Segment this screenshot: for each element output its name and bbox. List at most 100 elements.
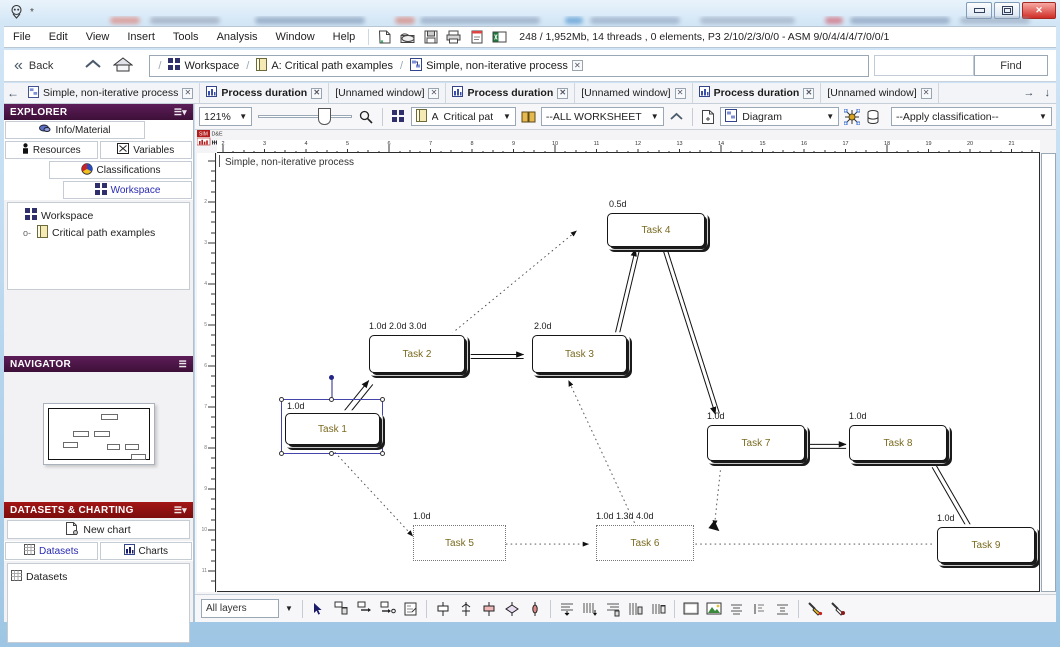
menu-analysis[interactable]: Analysis — [208, 29, 267, 45]
chevron-down-icon[interactable]: ▼ — [281, 599, 297, 618]
menu-file[interactable]: File — [4, 29, 40, 45]
resize-handle-s[interactable] — [329, 451, 334, 456]
menu-view[interactable]: View — [77, 29, 119, 45]
diagram-node-task7[interactable]: Task 7 — [707, 425, 805, 461]
tree-item-workspace[interactable]: Workspace — [11, 207, 186, 224]
breadcrumb-item-workspace[interactable]: Workspace — [168, 58, 239, 73]
tree-expand-handle-icon[interactable]: o- — [23, 228, 33, 238]
delete-col-icon[interactable] — [648, 598, 669, 620]
connect-node-icon[interactable] — [354, 598, 375, 620]
up-chevron-icon[interactable] — [83, 57, 103, 74]
zoom-level-select[interactable]: 121% ▼ — [199, 107, 253, 126]
diamond-node-icon[interactable] — [501, 598, 522, 620]
resize-handle-n[interactable] — [329, 397, 334, 402]
layer-select[interactable]: All layers — [201, 599, 279, 618]
paint-icon[interactable] — [804, 598, 825, 620]
diagram-canvas[interactable]: Simple, non-iterative process Task 1 1.0… — [217, 153, 1040, 592]
chevron-down-icon[interactable]: ▼ — [1035, 107, 1051, 126]
breadcrumb-item-diagram[interactable]: Simple, non-iterative process ✕ — [410, 57, 583, 74]
spider-layout-icon[interactable] — [843, 107, 860, 127]
explorer-tree[interactable]: Workspace o- Critical path examples — [7, 202, 190, 290]
open-folder-icon[interactable] — [398, 28, 417, 46]
chevron-down-icon[interactable]: ▼ — [499, 107, 515, 126]
text-align-icon[interactable] — [772, 598, 793, 620]
diagram-node-task5[interactable]: Task 5 — [413, 525, 506, 561]
diagram-node-task8[interactable]: Task 8 — [849, 425, 947, 461]
marker-node-icon[interactable] — [524, 598, 545, 620]
window-tab-close-icon[interactable]: ✕ — [674, 87, 686, 99]
menu-window[interactable]: Window — [267, 29, 324, 45]
sidebar-tab-classifications[interactable]: Classifications — [49, 161, 192, 179]
resize-handle-se[interactable] — [380, 451, 385, 456]
align-center-icon[interactable] — [432, 598, 453, 620]
slider-knob[interactable] — [318, 108, 332, 125]
breadcrumb-item-project[interactable]: A: Critical path examples — [256, 57, 393, 74]
text-box-icon[interactable] — [749, 598, 770, 620]
pointer-icon[interactable] — [308, 598, 329, 620]
align-right-icon[interactable] — [602, 598, 623, 620]
excel-export-icon[interactable] — [490, 28, 509, 46]
window-tab-close-icon[interactable]: ✕ — [182, 87, 194, 99]
home-icon[interactable] — [112, 56, 134, 76]
resize-handle-sw[interactable] — [279, 451, 284, 456]
window-tab-close-icon[interactable]: ✕ — [920, 87, 932, 99]
panel-collapse-icon[interactable]: ☰▾ — [174, 505, 187, 516]
window-tab-close-icon[interactable]: ✕ — [311, 87, 323, 99]
grid-view-icon[interactable] — [390, 107, 407, 127]
panel-collapse-icon[interactable]: ☰ — [179, 359, 187, 370]
fill-color-icon[interactable] — [827, 598, 848, 620]
menu-edit[interactable]: Edit — [40, 29, 77, 45]
window-tab-diagram[interactable]: Simple, non-iterative process ✕ — [22, 83, 201, 103]
diagram-node-task2[interactable]: Task 2 — [369, 335, 465, 373]
navigator-thumbnail[interactable] — [10, 378, 187, 490]
report-icon[interactable] — [467, 28, 486, 46]
chevron-down-icon[interactable]: ▼ — [235, 107, 251, 126]
delete-node-icon[interactable] — [331, 598, 352, 620]
new-chart-button[interactable]: New chart — [7, 520, 190, 539]
align-left-icon[interactable] — [556, 598, 577, 620]
window-tab-unnamed-2[interactable]: [Unnamed window] ✕ — [575, 83, 693, 103]
text-center-icon[interactable] — [726, 598, 747, 620]
window-tab-process-duration-1[interactable]: Process duration ✕ — [200, 83, 330, 103]
print-icon[interactable] — [444, 28, 463, 46]
diagram-node-task6[interactable]: Task 6 — [596, 525, 694, 561]
view-mode-select[interactable]: Diagram ▼ — [720, 107, 840, 126]
merge-node-icon[interactable] — [478, 598, 499, 620]
window-tab-unnamed-1[interactable]: [Unnamed window] ✕ — [329, 83, 447, 103]
scenario-select[interactable]: A Critical pat ▼ — [410, 107, 516, 126]
diagram-node-task1[interactable]: Task 1 — [285, 413, 380, 445]
tree-item-critical-path-examples[interactable]: o- Critical path examples — [11, 224, 186, 241]
find-button[interactable]: Find — [974, 55, 1048, 76]
distribute-vert-icon[interactable] — [625, 598, 646, 620]
tree-item-datasets[interactable]: Datasets — [11, 568, 186, 585]
window-tab-close-icon[interactable]: ✕ — [557, 87, 569, 99]
distribute-icon[interactable] — [579, 598, 600, 620]
up-chevron-icon[interactable] — [668, 107, 685, 127]
tab-datasets[interactable]: Datasets — [5, 542, 98, 560]
new-document-icon[interactable] — [375, 28, 394, 46]
resize-handle-nw[interactable] — [279, 397, 284, 402]
diagram-node-task4[interactable]: Task 4 — [607, 213, 705, 247]
breadcrumb-close-icon[interactable]: ✕ — [571, 60, 583, 71]
resize-handle-ne[interactable] — [380, 397, 385, 402]
zoom-slider[interactable] — [256, 107, 354, 126]
tabs-scroll-left-icon[interactable]: ← — [4, 86, 22, 100]
window-tab-unnamed-3[interactable]: [Unnamed window] ✕ — [821, 83, 939, 103]
menu-tools[interactable]: Tools — [164, 29, 208, 45]
sidebar-tab-workspace[interactable]: Workspace — [63, 181, 192, 199]
link-node-icon[interactable] — [377, 598, 398, 620]
canvas-vertical-scrollbar[interactable] — [1041, 153, 1056, 592]
right-arrow-icon[interactable]: → — [1024, 87, 1035, 99]
book-icon[interactable] — [520, 107, 537, 127]
image-icon[interactable] — [703, 598, 724, 620]
window-tab-close-icon[interactable]: ✕ — [803, 87, 815, 99]
window-tab-close-icon[interactable]: ✕ — [428, 87, 440, 99]
sidebar-tab-variables[interactable]: Variables — [99, 141, 192, 159]
classification-select[interactable]: --Apply classification-- ▼ — [890, 107, 1053, 126]
panel-collapse-icon[interactable]: ☰▾ — [174, 107, 187, 118]
sidebar-tab-resources[interactable]: Resources — [5, 141, 98, 159]
datasets-tree[interactable]: Datasets — [7, 563, 190, 643]
diagram-node-task9[interactable]: Task 9 — [937, 527, 1035, 563]
sidebar-tab-info-material[interactable]: Info/Material — [5, 121, 145, 139]
magnifier-icon[interactable] — [358, 107, 375, 127]
